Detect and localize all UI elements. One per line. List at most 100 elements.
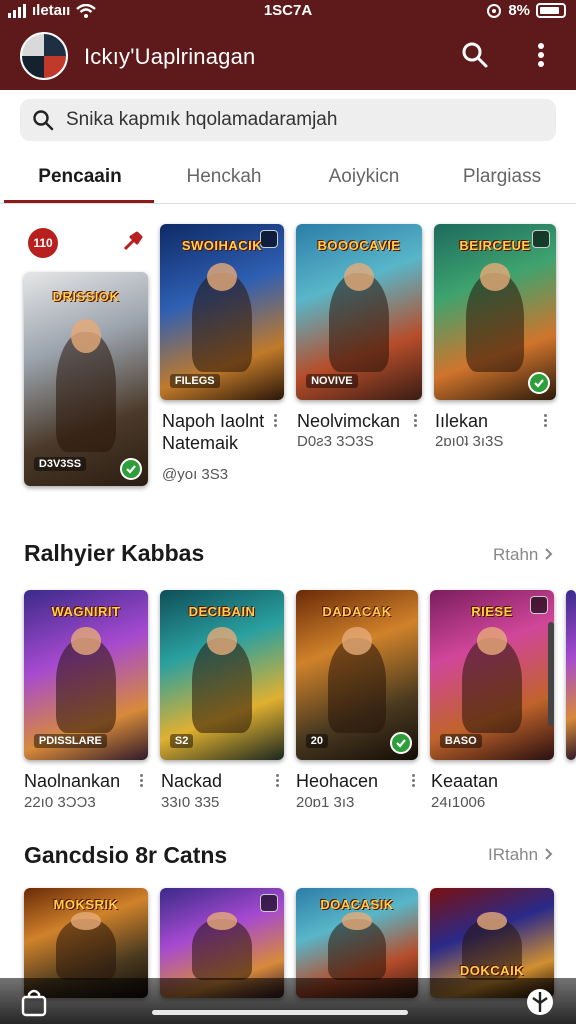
card-face [207, 912, 237, 930]
game-meta: 2ɒı0ʇ 3ı3S [435, 433, 504, 450]
card-logo: DOKCAIK [459, 963, 525, 979]
count-badge: 110 [28, 228, 58, 258]
app-title: Ickıy'Uaplrinagan [84, 44, 256, 69]
leaf-icon[interactable] [524, 986, 556, 1018]
battery-icon [536, 3, 566, 18]
card-logo: MOKSRIK [53, 896, 119, 912]
hotspot-icon [487, 3, 502, 18]
card-logo: SWOIHACIK [181, 238, 263, 254]
tab-plargiass[interactable]: Plargiass [430, 152, 574, 204]
search-icon [462, 42, 488, 68]
section-title: Gancdsio 8r Catns [24, 842, 228, 868]
check-icon [390, 732, 412, 754]
tab-henckah[interactable]: Henckah [152, 152, 296, 204]
battery-fill [540, 7, 559, 14]
see-all-link[interactable]: IRtahn [488, 845, 553, 865]
game-title[interactable]: Nackad [161, 770, 222, 792]
check-icon [528, 372, 550, 394]
search-button[interactable] [458, 38, 492, 72]
card-face [343, 262, 375, 291]
card-subtitle: 20 [305, 734, 328, 749]
card-subtitle: NOVIVE [306, 373, 358, 388]
game-title[interactable]: Heohacen [296, 770, 378, 792]
game-meta: 20ɒ1 3ı3 [296, 794, 355, 811]
card-logo: DRISSIOK [52, 289, 120, 305]
card-subtitle: S2 [169, 734, 194, 749]
game-meta: @yoı 3S3 [162, 466, 229, 483]
search-input[interactable] [66, 99, 546, 141]
tab-aoiykicn[interactable]: Aoiykicn [292, 152, 436, 204]
carousel-scrollbar[interactable] [548, 622, 554, 726]
corner-badge-icon [260, 894, 278, 912]
avatar[interactable] [20, 32, 68, 80]
more-vert-icon [538, 43, 544, 67]
card-logo: DADACAK [322, 603, 392, 619]
game-meta: 33ı0 335 [161, 794, 220, 811]
game-card[interactable]: DECIBAIN S2 [160, 590, 284, 760]
game-card[interactable]: BOOOCAVIE NOVIVE [296, 224, 422, 400]
game-card[interactable]: DADACAK 20 [296, 590, 418, 760]
card-face [71, 319, 101, 354]
more-vert-icon[interactable] [270, 412, 280, 430]
search-bar[interactable] [20, 99, 556, 141]
tab-bar: Pencaain Henckah Aoiykicn Plargiass [0, 152, 576, 204]
card-subtitle: FILEGS [169, 373, 220, 388]
status-bar: ıletaıı 1SC7A 8% [0, 0, 576, 24]
battery-percent: 8% [508, 2, 530, 19]
more-vert-icon[interactable] [540, 412, 550, 430]
see-all-label: IRtahn [488, 845, 539, 864]
app-bar: ıletaıı 1SC7A 8% Ickıy'Uaplrinagan [0, 0, 576, 90]
section-title: Ralhyier Kabbas [24, 540, 205, 566]
card-logo: BEIRCEUE [459, 238, 531, 254]
game-meta: D0ƨ3 3Ɔ3S [297, 433, 374, 450]
more-vert-icon[interactable] [272, 772, 282, 790]
more-vert-icon[interactable] [410, 412, 420, 430]
card-face [477, 912, 507, 930]
game-card[interactable]: BEIRCEUE [434, 224, 556, 400]
chevron-right-icon [545, 848, 553, 860]
game-card[interactable]: DRISSIOK D3V3SS [24, 272, 148, 486]
card-logo: WAGNIRIT [51, 603, 121, 619]
see-all-label: Rtahn [493, 545, 539, 564]
pin-icon[interactable] [122, 230, 144, 252]
more-button[interactable] [524, 38, 558, 72]
more-vert-icon[interactable] [136, 772, 146, 790]
game-card-peek[interactable] [566, 590, 576, 760]
game-title[interactable]: Naolnankan [24, 770, 120, 792]
card-face [207, 262, 237, 291]
card-face [480, 262, 510, 291]
card-logo: DOACASIK [320, 896, 394, 912]
home-indicator[interactable] [152, 1010, 408, 1015]
card-face [342, 627, 372, 655]
game-meta: 22ı0 3ƆƆ3 [24, 794, 96, 811]
game-title[interactable]: Iılekan [435, 410, 488, 432]
game-meta: 24ı1006 [431, 794, 486, 811]
card-art [566, 590, 576, 760]
card-subtitle: PDISSLARE [33, 734, 107, 749]
card-logo: RIESE [471, 603, 513, 619]
card-face [477, 627, 507, 655]
check-icon [120, 458, 142, 480]
game-title[interactable]: Napoh Iaolnt Natemaik [162, 410, 272, 454]
active-tab-indicator [4, 200, 154, 203]
game-card[interactable]: RIESE BASO [430, 590, 554, 760]
game-card[interactable]: SWOIHACIK FILEGS [160, 224, 284, 400]
chevron-right-icon [545, 548, 553, 560]
card-subtitle: D3V3SS [33, 457, 87, 472]
search-icon [33, 110, 54, 131]
card-face [71, 627, 101, 655]
card-face [71, 912, 101, 930]
game-title[interactable]: Keaatan [431, 770, 498, 792]
game-card[interactable]: WAGNIRIT PDISSLARE [24, 590, 148, 760]
card-subtitle: BASO [439, 734, 482, 749]
more-vert-icon[interactable] [408, 772, 418, 790]
card-face [342, 912, 372, 930]
card-logo: BOOOCAVIE [317, 238, 401, 254]
game-title[interactable]: Neolvimckan [297, 410, 400, 432]
card-face [207, 627, 237, 655]
see-all-link[interactable]: Rtahn [493, 545, 553, 565]
card-logo: DECIBAIN [188, 603, 256, 619]
bottom-nav [0, 978, 576, 1024]
tab-pencaain[interactable]: Pencaain [8, 152, 152, 204]
bag-icon[interactable] [18, 986, 50, 1018]
